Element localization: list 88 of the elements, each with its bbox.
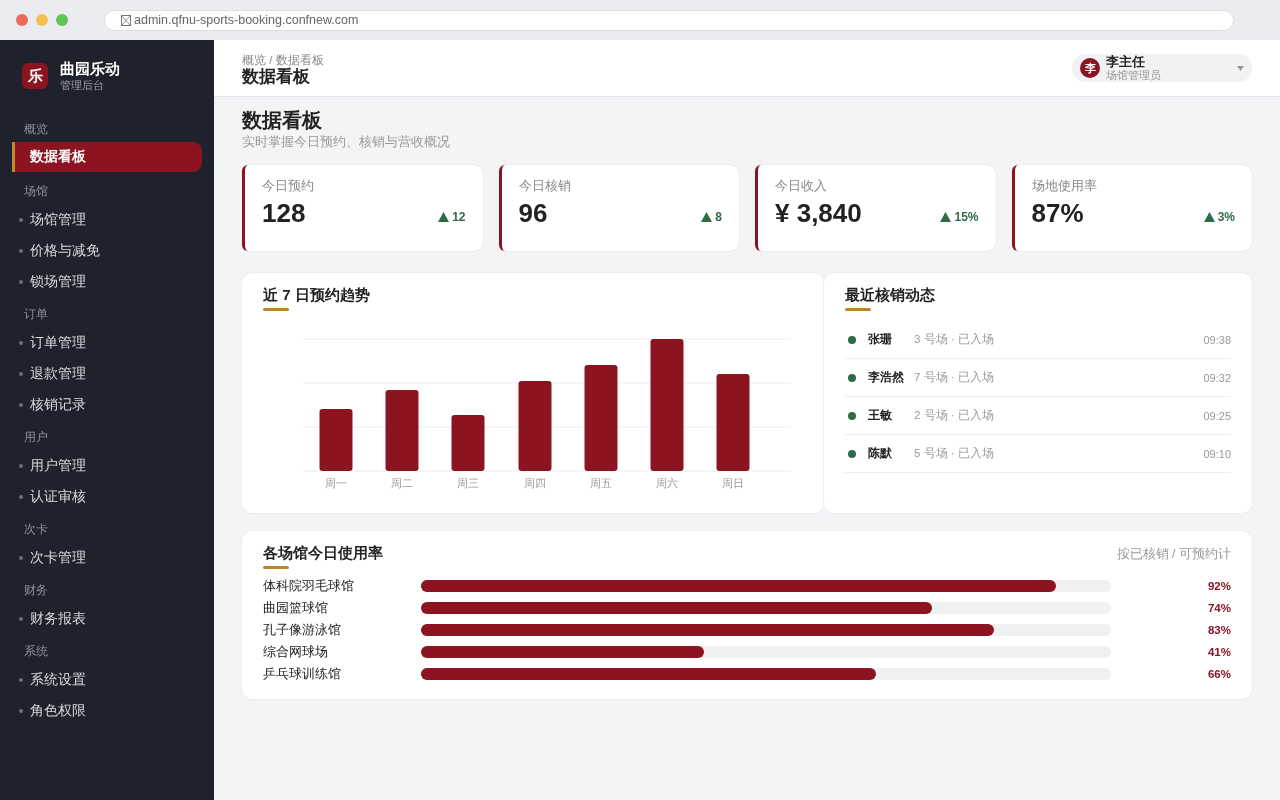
stat-value: 87%	[1031, 197, 1084, 230]
panel-title: 各场馆今日使用率	[263, 543, 383, 563]
page-icon	[121, 14, 131, 26]
stat-value: ¥ 3,840	[775, 197, 862, 230]
day-label: 周四	[524, 477, 546, 489]
usage-percent: 74%	[1206, 602, 1231, 614]
chart-bar	[319, 409, 353, 471]
stat-value: 96	[518, 197, 548, 230]
app-subtitle: 管理后台	[60, 78, 105, 92]
stat-change: 8	[715, 210, 722, 224]
minimize-window-button[interactable]	[36, 14, 48, 26]
status-dot	[848, 373, 856, 382]
day-label: 周六	[656, 477, 678, 489]
activity-time: 09:32	[1203, 371, 1231, 384]
activity-detail: 7 号场 · 已入场	[914, 370, 995, 385]
nav-item[interactable]: 财务报表	[12, 603, 202, 634]
user-avatar: 李	[1080, 58, 1100, 78]
nav-item[interactable]: 核销记录	[12, 389, 202, 420]
stat-value: 128	[262, 197, 306, 230]
nav-item[interactable]: 价格与减免	[12, 235, 202, 266]
day-label: 周二	[391, 477, 413, 489]
address-bar[interactable]: admin.qfnu-sports-booking.confnew.com	[104, 9, 1234, 31]
nav-item[interactable]: 订单管理	[12, 327, 202, 358]
panel-title: 近 7 日预约趋势	[263, 285, 371, 305]
stat-label: 场地使用率	[1031, 178, 1098, 194]
chart-bar	[451, 415, 485, 471]
nav-item[interactable]: 退款管理	[12, 358, 202, 389]
maximize-window-button[interactable]	[56, 14, 68, 26]
usage-percent: 83%	[1206, 624, 1231, 636]
nav-item[interactable]: 锁场管理	[12, 266, 202, 297]
nav-item[interactable]: 用户管理	[12, 450, 202, 481]
usage-percent: 41%	[1206, 646, 1231, 658]
activity-time: 09:25	[1203, 409, 1231, 422]
stat-label: 今日预约	[262, 178, 315, 194]
status-dot	[848, 449, 856, 458]
nav-item[interactable]: 次卡管理	[12, 542, 202, 573]
person-name: 张珊	[868, 331, 893, 348]
stat-change: 3%	[1217, 210, 1235, 224]
nav-section-heading: 财务	[23, 583, 49, 598]
person-name: 陈默	[868, 445, 893, 462]
activity-time: 09:38	[1203, 333, 1231, 346]
venue-name: 孔子像游泳馆	[263, 621, 342, 639]
up-arrow-icon	[438, 212, 450, 222]
status-dot	[848, 411, 856, 420]
page-subtitle: 实时掌握今日预约、核销与营收概况	[242, 134, 451, 151]
caret-icon	[1237, 65, 1244, 71]
venue-name: 乒乓球训练馆	[263, 665, 342, 683]
nav-section-heading: 订单	[23, 307, 49, 322]
nav-item[interactable]: 认证审核	[12, 481, 202, 512]
person-name: 王敏	[868, 407, 893, 424]
person-name: 李浩然	[868, 369, 905, 386]
activity-detail: 3 号场 · 已入场	[914, 332, 995, 347]
nav-section-heading: 次卡	[23, 522, 49, 537]
venue-name: 体科院羽毛球馆	[263, 577, 355, 595]
day-label: 周五	[590, 477, 612, 489]
nav-section-heading: 概览	[23, 122, 49, 137]
panel-title: 最近核销动态	[845, 285, 936, 305]
app-logo: 乐	[22, 63, 48, 89]
page-title: 数据看板	[242, 108, 323, 133]
up-arrow-icon	[701, 212, 713, 222]
app-title: 曲园乐动	[60, 60, 120, 78]
venue-name: 综合网球场	[263, 643, 329, 661]
breadcrumb: 概览 / 数据看板	[242, 53, 324, 67]
close-window-button[interactable]	[16, 14, 28, 26]
stat-change: 12	[452, 210, 466, 224]
day-label: 周一	[325, 477, 347, 489]
up-arrow-icon	[1203, 212, 1215, 222]
status-dot	[848, 335, 856, 344]
usage-percent: 66%	[1206, 668, 1231, 680]
usage-note: 按已核销 / 可预约计	[1116, 546, 1231, 563]
activity-time: 09:10	[1203, 447, 1231, 460]
nav-section-heading: 场馆	[23, 184, 49, 199]
day-label: 周日	[722, 477, 744, 489]
stat-label: 今日核销	[518, 178, 572, 194]
nav-item[interactable]: 场馆管理	[12, 204, 202, 235]
nav-section-heading: 系统	[23, 644, 49, 659]
activity-detail: 5 号场 · 已入场	[914, 446, 995, 461]
stat-change: 15%	[954, 210, 979, 224]
nav-section-heading: 用户	[23, 430, 49, 445]
activity-detail: 2 号场 · 已入场	[914, 408, 995, 423]
nav-item[interactable]: 角色权限	[12, 695, 202, 726]
nav-item[interactable]: 数据看板	[12, 142, 202, 172]
header-title: 数据看板	[242, 66, 311, 87]
nav-item[interactable]: 系统设置	[12, 664, 202, 695]
up-arrow-icon	[940, 212, 952, 222]
venue-name: 曲园篮球馆	[263, 599, 329, 617]
usage-percent: 92%	[1206, 580, 1231, 592]
stat-label: 今日收入	[775, 178, 828, 194]
